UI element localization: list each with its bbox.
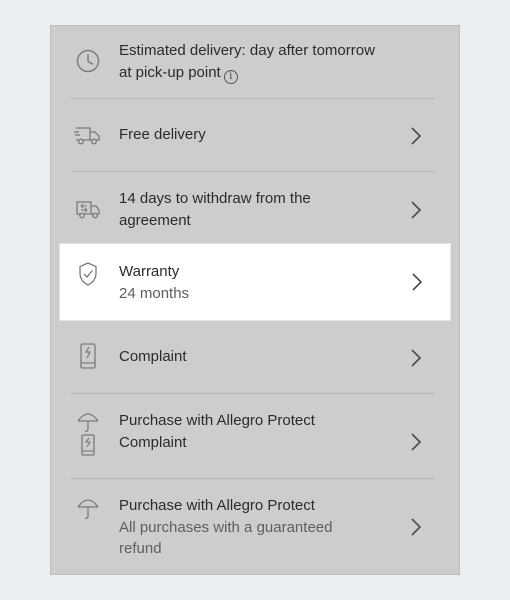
chevron-right-icon [411, 127, 422, 145]
umbrella-phone-icon [73, 408, 103, 458]
withdraw-text: 14 days to withdraw from the agreement [119, 188, 399, 231]
phone-complaint-icon [73, 341, 103, 371]
allegro-protect-refund-text: Purchase with Allegro Protect All purcha… [119, 495, 399, 560]
chevron-right-icon [411, 201, 422, 219]
complaint-row[interactable]: Complaint [51, 321, 459, 394]
withdraw-line2: agreement [119, 211, 191, 229]
return-truck-icon [73, 194, 103, 224]
allegro-protect-refund-sub2: refund [119, 540, 162, 557]
allegro-protect-refund-sub1: All purchases with a guaranteed [119, 518, 333, 536]
withdraw-line1: 14 days to withdraw from the [119, 190, 311, 207]
clock-icon [73, 46, 103, 76]
umbrella-icon [73, 493, 103, 523]
estimated-delivery-line1: Estimated delivery: day after tomorrow [119, 42, 375, 59]
warranty-title: Warranty [119, 263, 180, 280]
chevron-right-icon [411, 518, 422, 536]
estimated-delivery-text: Estimated delivery: day after tomorrow a… [119, 40, 399, 84]
estimated-delivery-row: Estimated delivery: day after tomorrow a… [51, 26, 459, 99]
free-delivery-label: Free delivery [119, 126, 206, 143]
chevron-right-icon [411, 349, 422, 367]
info-icon[interactable]: i [223, 69, 238, 84]
warranty-text: Warranty 24 months [119, 261, 399, 304]
allegro-protect-complaint-row[interactable]: Purchase with Allegro Protect Complaint [51, 394, 459, 479]
allegro-protect-subtitle: Complaint [119, 433, 187, 451]
warranty-row[interactable]: Warranty 24 months [60, 244, 450, 320]
allegro-protect-title: Purchase with Allegro Protect [119, 412, 315, 429]
delivery-truck-icon [73, 120, 103, 150]
chevron-right-icon [412, 273, 423, 291]
complaint-label: Complaint [119, 348, 187, 365]
warranty-subtitle: 24 months [119, 284, 190, 302]
allegro-protect-refund-row[interactable]: Purchase with Allegro Protect All purcha… [51, 479, 459, 574]
allegro-protect-refund-title: Purchase with Allegro Protect [119, 497, 315, 514]
estimated-delivery-line2: at pick-up point i [119, 62, 399, 84]
free-delivery-row[interactable]: Free delivery [51, 99, 459, 172]
shield-check-icon [73, 259, 103, 289]
allegro-protect-complaint-text: Purchase with Allegro Protect Complaint [119, 410, 399, 453]
withdraw-row[interactable]: 14 days to withdraw from the agreement [51, 172, 459, 246]
chevron-right-icon [411, 433, 422, 451]
